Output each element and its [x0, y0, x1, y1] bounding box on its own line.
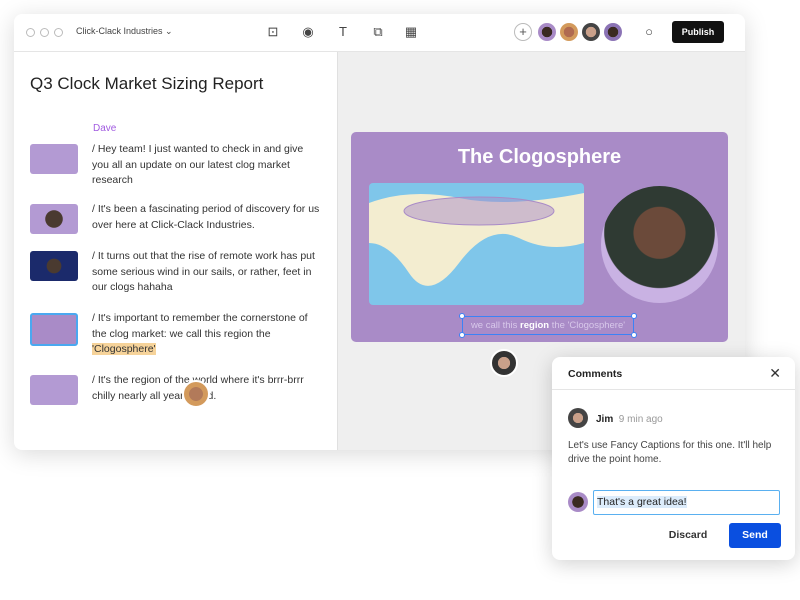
- scene-thumbnail[interactable]: [30, 204, 78, 234]
- scene-thumbnail-selected[interactable]: [30, 313, 78, 346]
- script-text[interactable]: / Hey team! I just wanted to check in an…: [92, 142, 322, 189]
- resize-handle[interactable]: [631, 332, 637, 338]
- caption-bold: region: [520, 320, 550, 331]
- script-text[interactable]: / It turns out that the rise of remote w…: [92, 249, 322, 296]
- avatar[interactable]: [538, 23, 556, 41]
- add-collaborator-button[interactable]: +: [514, 23, 532, 41]
- comment-time: 9 min ago: [618, 414, 663, 425]
- resize-handle[interactable]: [631, 313, 637, 319]
- presenter-photo[interactable]: [601, 186, 718, 303]
- comment-header: Jim 9 min ago: [596, 414, 663, 425]
- toolbar: Click-Clack Industries ⌄ ⊡ ◉ T ⧉ ▦ + ○ P…: [14, 14, 745, 52]
- page-title: Q3 Clock Market Sizing Report: [30, 74, 264, 93]
- discard-button[interactable]: Discard: [662, 523, 714, 548]
- avatar[interactable]: [604, 23, 622, 41]
- scene-thumbnail[interactable]: [30, 144, 78, 174]
- comment-author: Jim: [596, 414, 614, 425]
- script-text[interactable]: / It's been a fascinating period of disc…: [92, 202, 322, 233]
- send-button[interactable]: Send: [729, 523, 781, 548]
- publish-button[interactable]: Publish: [672, 21, 724, 43]
- script-line: / It's important to remember the corners…: [92, 312, 308, 340]
- highlighted-text: 'Clogosphere': [92, 343, 156, 355]
- caption-part: we call this: [470, 320, 521, 331]
- avatar: [568, 408, 588, 428]
- text-icon[interactable]: T: [334, 24, 352, 39]
- comments-panel: Comments ✕ Jim 9 min ago Let's use Fancy …: [552, 357, 795, 560]
- scene-thumbnail[interactable]: [30, 251, 78, 281]
- caption-part: the 'Clogosphere': [549, 320, 626, 331]
- reply-text: That's a great idea!: [597, 496, 687, 508]
- shapes-icon[interactable]: ⧉: [369, 24, 387, 40]
- reply-input[interactable]: That's a great idea!: [593, 490, 780, 515]
- close-icon[interactable]: ✕: [769, 365, 781, 382]
- avatar[interactable]: [560, 23, 578, 41]
- resize-handle[interactable]: [459, 313, 465, 319]
- slide-title[interactable]: The Clogosphere: [351, 146, 728, 169]
- window-controls[interactable]: [26, 28, 63, 37]
- collaborator-cursor-avatar: [182, 380, 210, 408]
- workspace-switcher[interactable]: Click-Clack Industries ⌄: [76, 26, 173, 37]
- comment-body: Let's use Fancy Captions for this one. I…: [568, 440, 772, 465]
- comments-title: Comments: [568, 368, 623, 380]
- collaborator-cursor-avatar: [490, 349, 518, 377]
- script-text[interactable]: / It's important to remember the corners…: [92, 311, 322, 358]
- speaker-label: Dave: [93, 123, 117, 134]
- resize-handle[interactable]: [459, 332, 465, 338]
- world-map-image[interactable]: [369, 183, 584, 305]
- workspace-name: Click-Clack Industries: [76, 26, 163, 36]
- scene-thumbnail[interactable]: [30, 375, 78, 405]
- caption-text-box[interactable]: we call this region the 'Clogosphere': [462, 316, 634, 335]
- slide-play-icon[interactable]: ⊡: [264, 24, 282, 40]
- grid-icon[interactable]: ▦: [402, 24, 420, 40]
- record-icon[interactable]: ◉: [299, 24, 317, 40]
- slide[interactable]: The Clogosphere we call this region the …: [351, 132, 728, 342]
- avatar[interactable]: [582, 23, 600, 41]
- comment-icon[interactable]: ○: [640, 24, 658, 39]
- avatar: [568, 492, 588, 512]
- script-panel: Q3 Clock Market Sizing Report Dave / Hey…: [14, 52, 338, 450]
